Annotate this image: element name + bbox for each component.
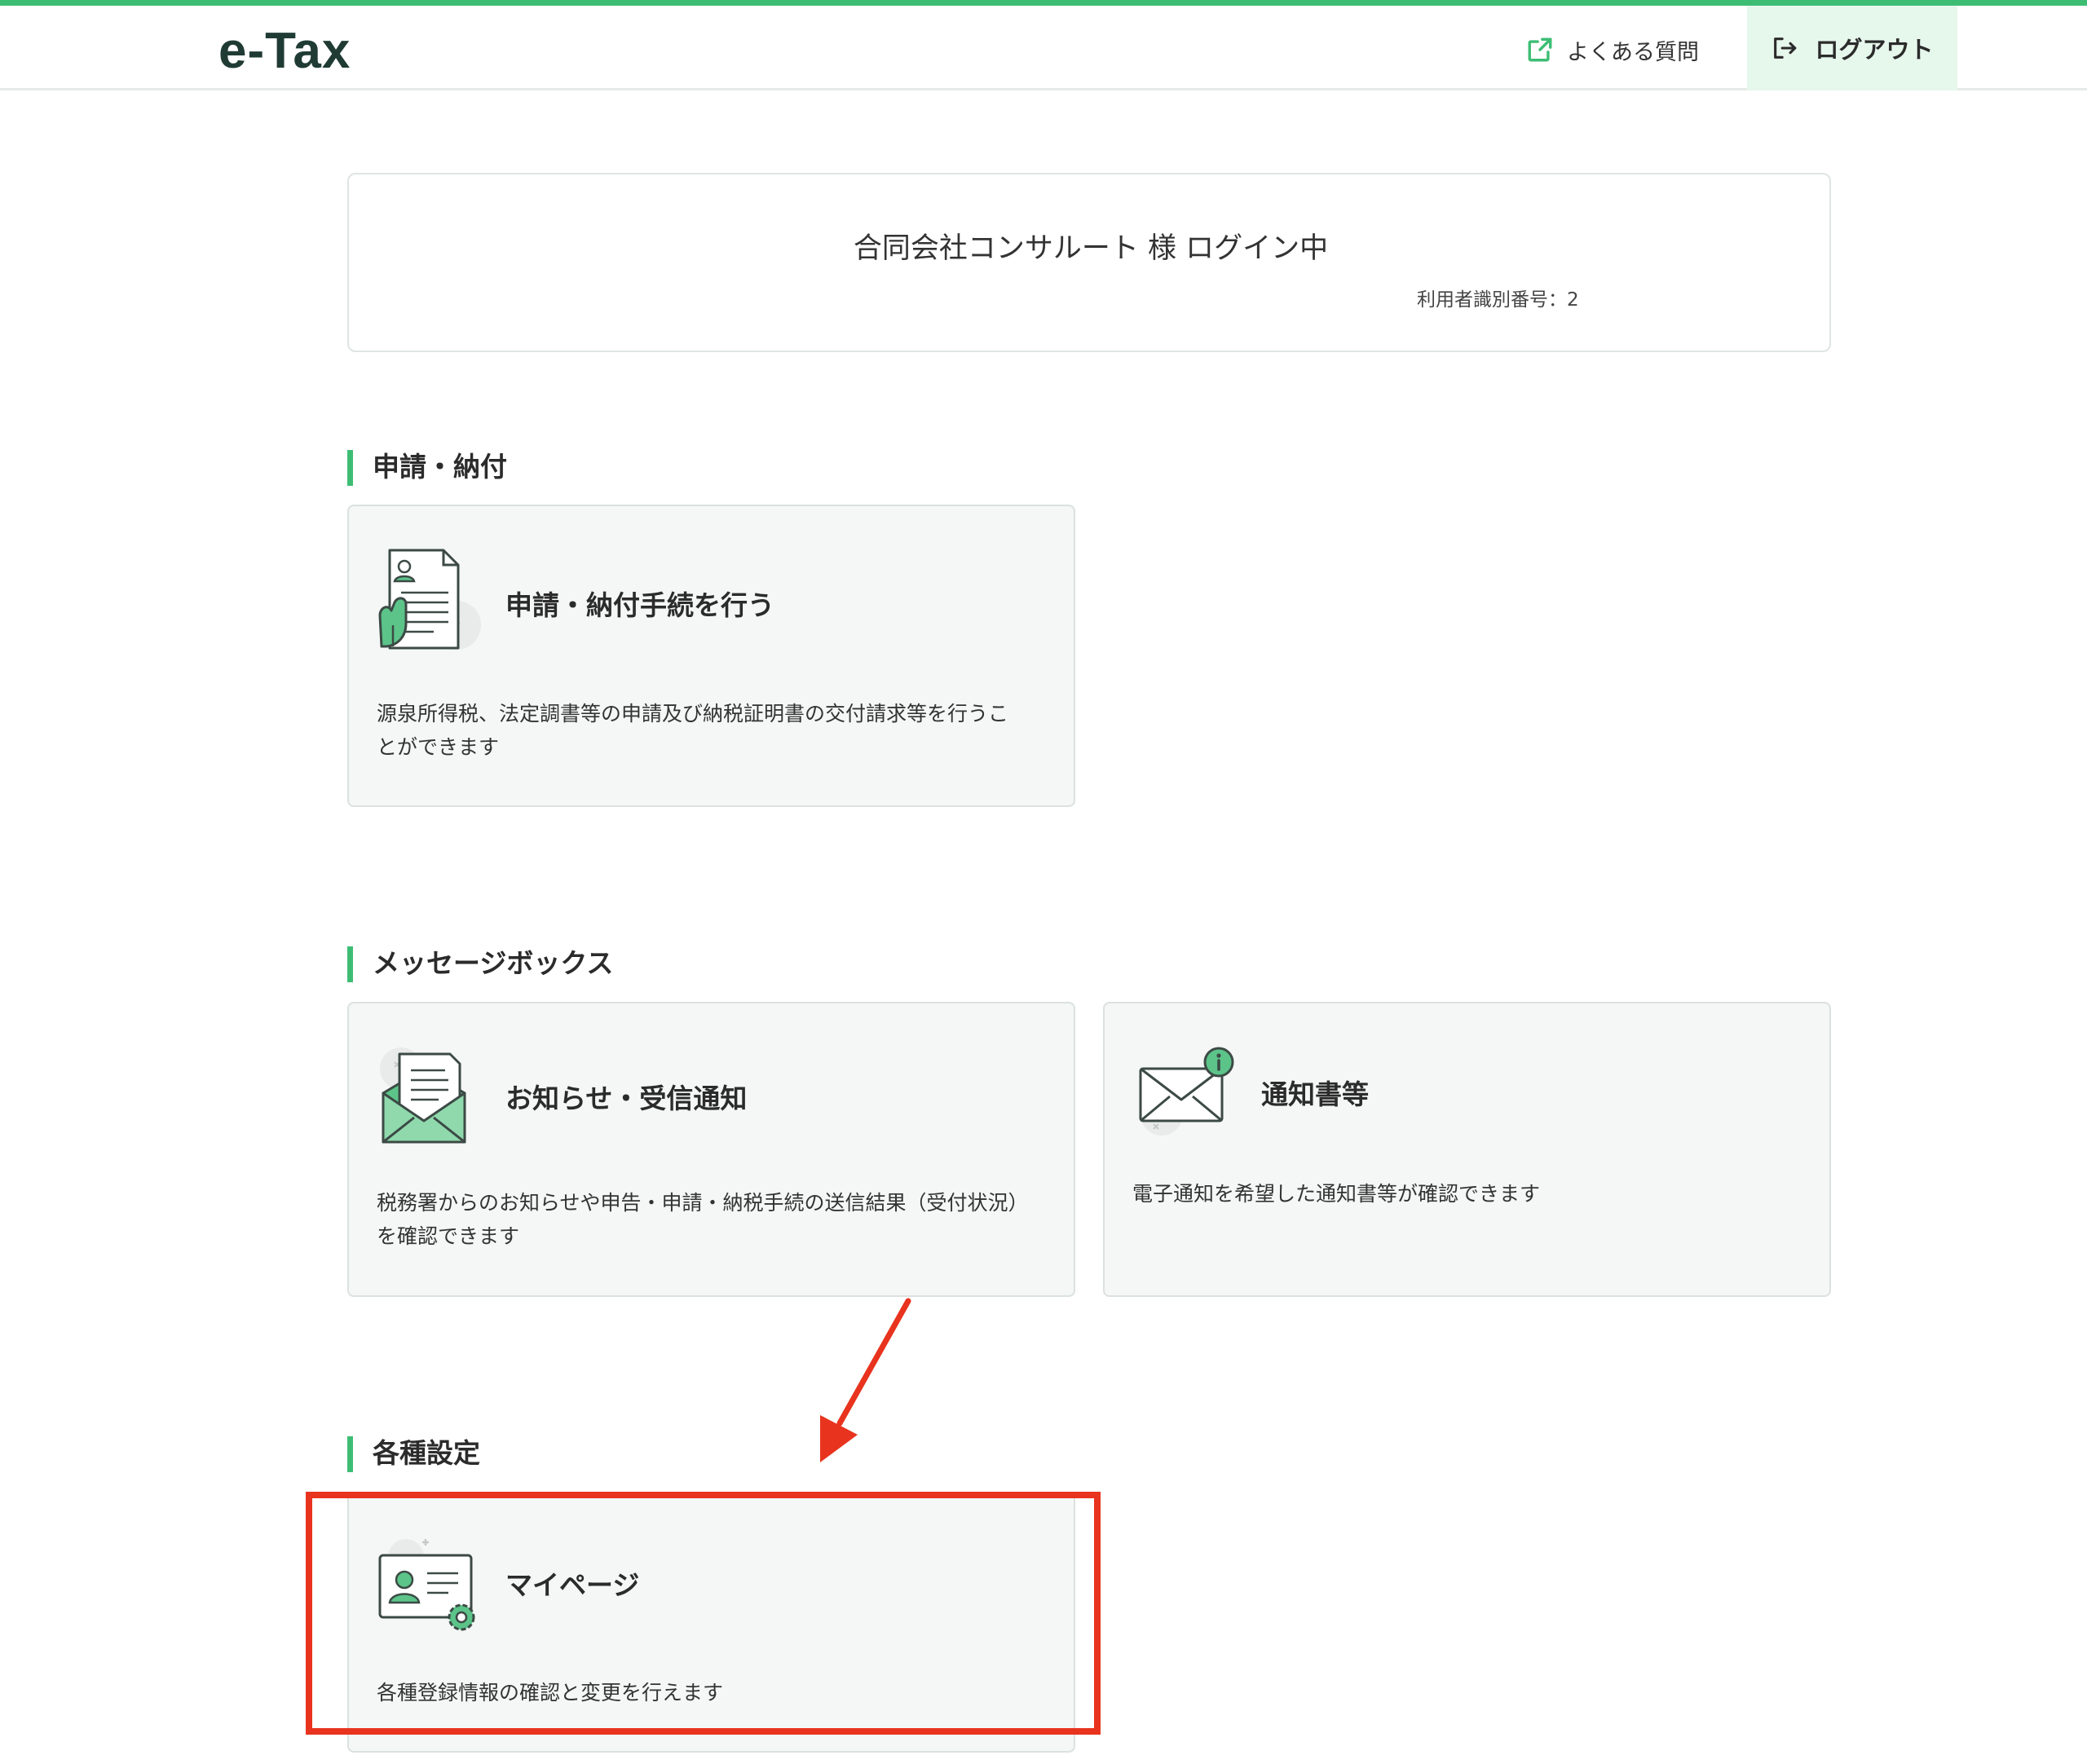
section-title-shinsei: 申請・納付 — [347, 450, 507, 486]
desc-line: 源泉所得税、法定調書等の申請及び納税証明書の交付請求等を行うこ — [377, 702, 1009, 725]
desc-line: 電子通知を希望した通知書等が確認できます — [1132, 1182, 1541, 1206]
envelope-letter-icon — [380, 1047, 466, 1144]
mail-info-icon — [1139, 1047, 1234, 1136]
logout-button[interactable]: ログアウト — [1747, 6, 1957, 90]
desc-line: とができます — [377, 735, 500, 759]
section-title-message-box: メッセージボックス — [347, 946, 613, 982]
login-status-card: 合同会社コンサルート 様 ログイン中 利用者識別番号：2 — [347, 173, 1831, 352]
logout-label: ログアウト — [1815, 36, 1934, 64]
annotation-highlight-box — [306, 1492, 1101, 1735]
top-accent-bar — [0, 0, 2087, 6]
card-description: 税務署からのお知らせや申告・申請・納税手続の送信結果（受付状況） を確認できます — [377, 1186, 1029, 1253]
card-title: お知らせ・受信通知 — [505, 1083, 748, 1114]
login-user-name: 合同会社コンサルート 様 ログイン中 — [853, 232, 1329, 265]
section-title-settings: 各種設定 — [347, 1436, 480, 1472]
logout-icon — [1774, 37, 1797, 59]
etax-logo[interactable]: e-Tax — [218, 22, 351, 80]
card-description: 源泉所得税、法定調書等の申請及び納税証明書の交付請求等を行うこ とができます — [377, 697, 1008, 764]
card-shinsei-nofu[interactable]: 申請・納付手続を行う 源泉所得税、法定調書等の申請及び納税証明書の交付請求等を行… — [347, 505, 1075, 807]
card-notice-documents[interactable]: 通知書等 電子通知を希望した通知書等が確認できます — [1103, 1002, 1831, 1297]
document-hand-icon — [378, 549, 481, 650]
faq-label: よくある質問 — [1567, 39, 1699, 65]
card-title: 申請・納付手続を行う — [505, 589, 774, 621]
card-title: 通知書等 — [1261, 1078, 1369, 1110]
faq-link[interactable]: よくある質問 — [1526, 30, 1699, 69]
card-description: 電子通知を希望した通知書等が確認できます — [1132, 1177, 1540, 1211]
card-notifications[interactable]: お知らせ・受信通知 税務署からのお知らせや申告・申請・納税手続の送信結果（受付状… — [347, 1002, 1075, 1297]
desc-line: 税務署からのお知らせや申告・申請・納税手続の送信結果（受付状況） — [377, 1191, 1029, 1215]
desc-line: を確認できます — [377, 1224, 520, 1248]
user-id-label: 利用者識別番号：2 — [1417, 289, 1579, 311]
external-link-icon — [1528, 37, 1552, 62]
